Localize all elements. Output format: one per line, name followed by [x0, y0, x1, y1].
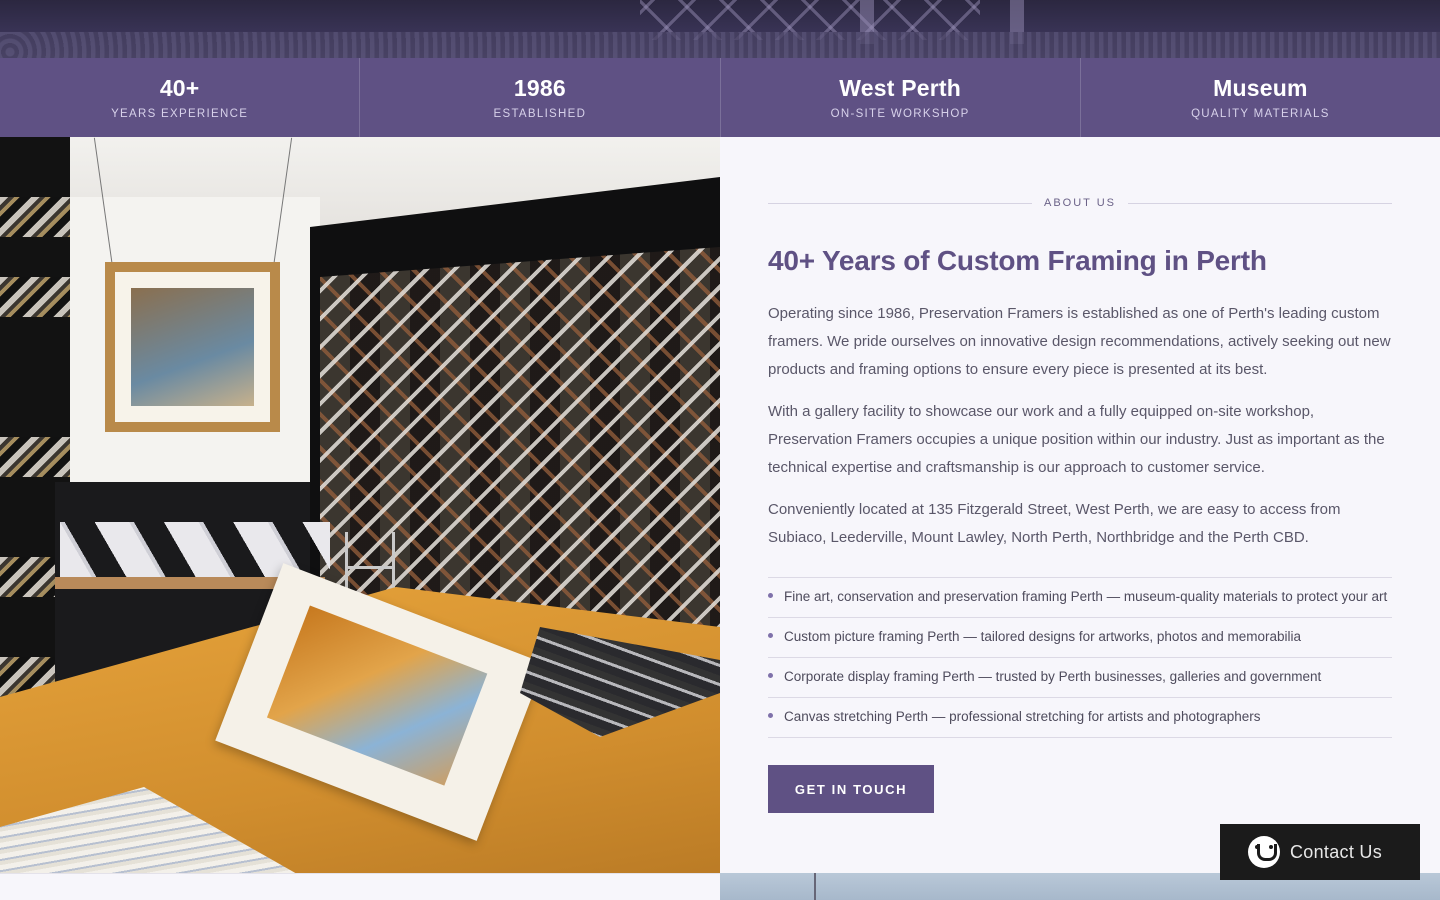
stat-label: YEARS EXPERIENCE: [111, 108, 249, 120]
stat-established: 1986 ESTABLISHED: [360, 58, 721, 137]
framed-artwork: [105, 262, 280, 432]
frame-sample: [0, 277, 70, 317]
next-section-left: [0, 873, 720, 900]
stat-label: ON-SITE WORKSHOP: [830, 108, 970, 120]
list-item: Custom picture framing Perth — tailored …: [768, 618, 1392, 658]
image-pole-decoration: [814, 873, 816, 900]
chat-icon: [1248, 836, 1280, 868]
contact-us-chat-widget[interactable]: Contact Us: [1220, 824, 1420, 880]
service-text: Fine art, conservation and preservation …: [784, 589, 1388, 604]
stat-value: 40+: [159, 75, 200, 101]
framing-studio-photo: [0, 137, 720, 873]
stat-materials: Museum QUALITY MATERIALS: [1081, 58, 1440, 137]
list-item: Fine art, conservation and preservation …: [768, 578, 1392, 618]
service-text: Corporate display framing Perth — truste…: [784, 669, 1322, 684]
stat-label: QUALITY MATERIALS: [1191, 108, 1330, 120]
about-eyebrow: ABOUT US: [768, 197, 1392, 209]
bullet-icon: [768, 673, 773, 678]
bullet-icon: [768, 593, 773, 598]
list-item: Canvas stretching Perth — professional s…: [768, 698, 1392, 738]
bullet-icon: [768, 713, 773, 718]
stat-years-experience: 40+ YEARS EXPERIENCE: [0, 58, 361, 137]
print-image: [266, 605, 488, 786]
get-in-touch-button[interactable]: GET IN TOUCH: [768, 765, 934, 813]
about-paragraph: Operating since 1986, Preservation Frame…: [768, 305, 1391, 378]
stat-label: ESTABLISHED: [493, 108, 587, 120]
stats-bar: 40+ YEARS EXPERIENCE 1986 ESTABLISHED We…: [0, 58, 1440, 137]
hero-image-strip: [0, 0, 1440, 58]
service-text: Canvas stretching Perth — professional s…: [784, 709, 1261, 724]
service-text: Custom picture framing Perth — tailored …: [784, 629, 1301, 644]
artwork-mat: [115, 272, 270, 422]
stat-value: West Perth: [839, 75, 961, 101]
stat-workshop: West Perth ON-SITE WORKSHOP: [721, 58, 1081, 137]
artwork-image: [131, 288, 254, 406]
list-item: Corporate display framing Perth — truste…: [768, 658, 1392, 698]
hero-hedge-decoration: [0, 32, 1440, 58]
eyebrow-label: ABOUT US: [1043, 197, 1117, 209]
about-paragraph: Conveniently located at 135 Fitzgerald S…: [768, 501, 1341, 546]
about-paragraph: With a gallery facility to showcase our …: [768, 403, 1385, 476]
divider: [768, 202, 1032, 204]
stat-value: 1986: [513, 75, 566, 101]
section-title: 40+ Years of Custom Framing in Perth: [768, 245, 1267, 276]
about-section: ABOUT US 40+ Years of Custom Framing in …: [720, 137, 1440, 873]
services-list: Fine art, conservation and preservation …: [768, 577, 1392, 738]
chat-label: Contact Us: [1290, 841, 1383, 862]
stat-value: Museum: [1213, 75, 1308, 101]
frame-sample: [0, 437, 70, 477]
frame-sample: [0, 197, 70, 237]
bullet-icon: [768, 633, 773, 638]
divider: [1128, 202, 1392, 204]
